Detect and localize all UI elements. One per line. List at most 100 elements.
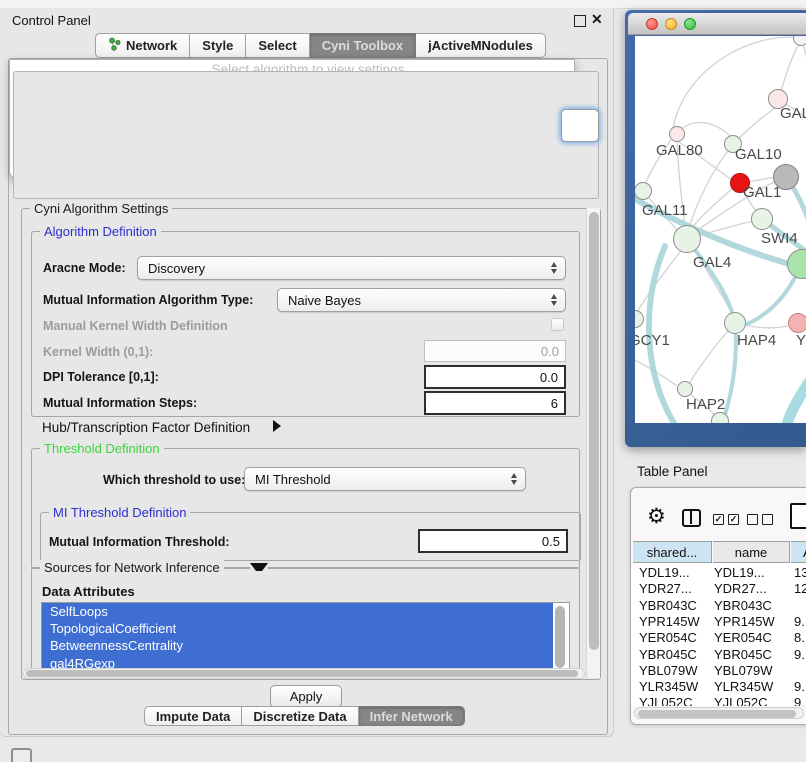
hub-definition-label: Hub/Transcription Factor Definition: [42, 420, 250, 435]
network-node-gal80[interactable]: [669, 126, 685, 142]
attribute-item-selected[interactable]: SelfLoops: [42, 603, 553, 620]
node-label-gal1: GAL1: [743, 184, 781, 201]
split-columns-icon[interactable]: [682, 509, 701, 527]
cyni-toolbox-panel: Select algorithm to view settings Bayesi…: [8, 58, 608, 735]
manual-kernel-checkbox[interactable]: [551, 318, 564, 331]
column-header-clipped[interactable]: A: [791, 541, 806, 563]
algorithm-definition-title: Algorithm Definition: [40, 224, 161, 239]
kernel-width-field[interactable]: 0.0: [424, 340, 566, 362]
manual-kernel-label: Manual Kernel Width Definition: [43, 319, 228, 333]
network-icon: [108, 37, 121, 54]
tab-impute-data[interactable]: Impute Data: [144, 706, 242, 726]
table-row[interactable]: YER054CYER054C8.: [631, 630, 806, 646]
mi-type-combo[interactable]: Naive Bayes: [277, 288, 566, 312]
data-attributes-label: Data Attributes: [42, 584, 135, 599]
settings-horizontal-scrollbar[interactable]: [23, 668, 585, 679]
stepper-arrows-icon: [511, 473, 517, 485]
node-label-gal4: GAL4: [693, 254, 731, 271]
scrollbar-thumb[interactable]: [26, 670, 578, 677]
select-all-columns-icon[interactable]: ✓✓: [713, 514, 739, 525]
deselect-all-columns-icon[interactable]: [747, 514, 773, 525]
mit-field[interactable]: 0.5: [418, 529, 568, 553]
attribute-item-selected[interactable]: BetweennessCentrality: [42, 637, 553, 654]
node-label: GAL: [780, 105, 806, 122]
stepper-arrows-icon: [551, 262, 557, 274]
collapse-arrow-icon[interactable]: [250, 563, 268, 571]
float-window-icon[interactable]: [574, 15, 586, 27]
node-label-gal10: GAL10: [735, 146, 782, 163]
tab-cyni-toolbox-label: Cyni Toolbox: [322, 38, 403, 53]
network-canvas[interactable]: GAL GAL80 GAL10 GAL1 GAL11 SWI4 GAL4 GCY…: [635, 36, 806, 423]
sources-title: Sources for Network Inference: [40, 560, 224, 575]
stepper-arrows-icon: [551, 294, 557, 306]
column-header-name[interactable]: name: [713, 541, 790, 563]
mi-steps-field[interactable]: 6: [424, 391, 566, 415]
tab-jactivemnodules[interactable]: jActiveMNodules: [416, 33, 546, 58]
settings-vertical-scrollbar[interactable]: [586, 208, 600, 678]
network-view-window: GAL GAL80 GAL10 GAL1 GAL11 SWI4 GAL4 GCY…: [625, 10, 806, 447]
list-scrollbar-thumb[interactable]: [555, 606, 565, 668]
which-threshold-combo[interactable]: MI Threshold: [244, 467, 526, 491]
settings-group-title: Cyni Algorithm Settings: [30, 201, 172, 216]
tab-cyni-toolbox[interactable]: Cyni Toolbox: [310, 33, 416, 58]
tab-style[interactable]: Style: [190, 33, 246, 58]
node-label-swi4: SWI4: [761, 230, 798, 247]
node-label-gal80: GAL80: [656, 142, 703, 159]
table-horizontal-scrollbar[interactable]: [634, 707, 804, 719]
close-traffic-light-icon[interactable]: [646, 18, 658, 30]
gear-icon[interactable]: ⚙: [647, 506, 666, 527]
network-node-y[interactable]: [788, 313, 806, 333]
data-attributes-list: SelfLoops TopologicalCoefficient Between…: [41, 602, 570, 677]
tab-select[interactable]: Select: [246, 33, 309, 58]
table-row[interactable]: YBL079WYBL079W: [631, 663, 806, 679]
apply-button[interactable]: Apply: [270, 685, 342, 708]
tab-impute-data-label: Impute Data: [156, 709, 230, 724]
tab-network[interactable]: Network: [95, 33, 190, 58]
dpi-tolerance-field[interactable]: 0.0: [424, 365, 566, 389]
mi-steps-label: Mutual Information Steps:: [43, 396, 197, 410]
network-node[interactable]: [711, 412, 729, 423]
focused-field-fragment: [561, 109, 599, 142]
scrollbar-thumb[interactable]: [589, 212, 599, 650]
network-node-gal1[interactable]: [751, 208, 773, 230]
aracne-mode-combo[interactable]: Discovery: [137, 256, 566, 280]
expand-arrow-icon[interactable]: [273, 420, 281, 432]
network-node-gal4[interactable]: [673, 225, 701, 253]
table-row[interactable]: YLR345WYLR345W9.: [631, 679, 806, 695]
tab-select-label: Select: [258, 38, 296, 53]
control-panel-tabbar: Network Style Select Cyni Toolbox jActiv…: [95, 33, 546, 58]
table-row[interactable]: YBR045CYBR045C9.: [631, 647, 806, 663]
tab-discretize-data[interactable]: Discretize Data: [242, 706, 358, 726]
attribute-item-selected[interactable]: TopologicalCoefficient: [42, 620, 553, 637]
table-body: YDL19...YDL19...13 YDR27...YDR27...12 YB…: [631, 563, 806, 706]
which-threshold-label: Which threshold to use:: [103, 473, 245, 487]
table-row[interactable]: YPR145WYPR145W9.: [631, 614, 806, 630]
aracne-mode-value: Discovery: [148, 261, 205, 276]
table-row[interactable]: YDL19...YDL19...13: [631, 565, 806, 581]
tab-infer-network-label: Infer Network: [370, 709, 453, 724]
tab-network-label: Network: [126, 38, 177, 53]
table-row[interactable]: YJL052CYJL052C9.: [631, 695, 806, 706]
table-row[interactable]: YDR27...YDR27...12: [631, 581, 806, 597]
network-window-titlebar[interactable]: [628, 13, 806, 35]
control-panel-window: Control Panel ✕ Network Style: [0, 8, 614, 737]
tab-style-label: Style: [202, 38, 233, 53]
table-panel-title: Table Panel: [637, 464, 708, 479]
table-row[interactable]: YBR043CYBR043C: [631, 598, 806, 614]
close-icon[interactable]: ✕: [591, 11, 603, 28]
minimize-traffic-light-icon[interactable]: [665, 18, 677, 30]
tab-infer-network[interactable]: Infer Network: [359, 706, 465, 726]
column-header-shared[interactable]: shared...: [633, 541, 712, 563]
network-node-hap2[interactable]: [677, 381, 693, 397]
node-label-hap2: HAP2: [686, 396, 725, 413]
tab-jactivemnodules-label: jActiveMNodules: [428, 38, 533, 53]
zoom-traffic-light-icon[interactable]: [684, 18, 696, 30]
bottom-tabbar: Impute Data Discretize Data Infer Networ…: [144, 706, 465, 726]
aracne-mode-label: Aracne Mode:: [43, 261, 126, 275]
mi-type-value: Naive Bayes: [288, 293, 361, 308]
which-threshold-value: MI Threshold: [255, 472, 331, 487]
new-table-icon[interactable]: [790, 503, 806, 529]
network-node-hap4[interactable]: [724, 312, 746, 334]
collapsed-panel-grip-icon[interactable]: [11, 748, 32, 762]
scrollbar-thumb[interactable]: [638, 710, 796, 718]
